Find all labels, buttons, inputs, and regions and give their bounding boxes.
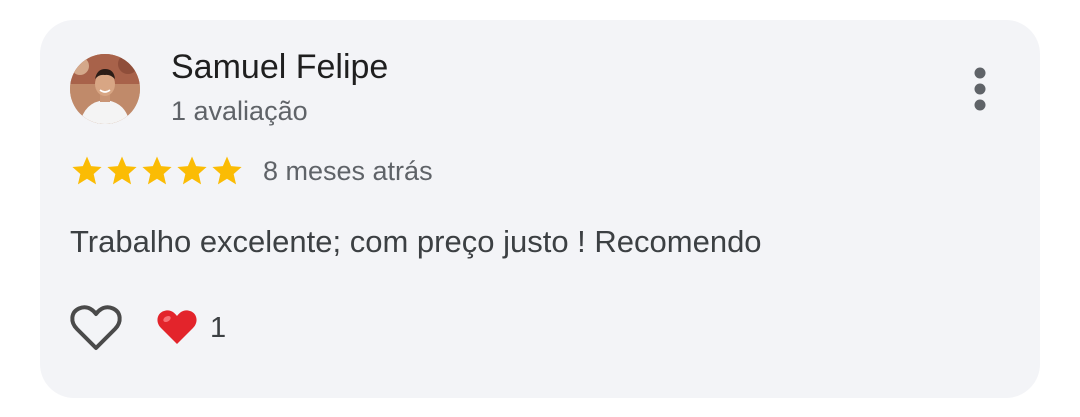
star-icon [105, 154, 139, 188]
star-icon [140, 154, 174, 188]
rating-row: 8 meses atrás [70, 153, 433, 189]
reaction-count: 1 [210, 311, 227, 344]
author-review-count: 1 avaliação [171, 96, 308, 126]
like-button[interactable] [68, 303, 124, 353]
star-icon [70, 154, 104, 188]
author-name[interactable]: Samuel Felipe [171, 48, 388, 87]
review-text: Trabalho excelente; com preço justo ! Re… [70, 224, 762, 259]
reaction-summary[interactable]: 1 [156, 307, 226, 349]
star-rating [70, 153, 245, 189]
heart-outline-icon [70, 305, 122, 350]
avatar[interactable] [70, 54, 140, 124]
review-date: 8 meses atrás [263, 155, 433, 186]
star-icon [210, 154, 244, 188]
more-vert-icon [974, 67, 986, 111]
review-card: Samuel Felipe 1 avaliação 8 meses atrás … [40, 20, 1040, 398]
avatar-photo [70, 54, 140, 124]
red-heart-icon [156, 309, 198, 347]
star-icon [175, 154, 209, 188]
more-options-button[interactable] [962, 62, 998, 116]
